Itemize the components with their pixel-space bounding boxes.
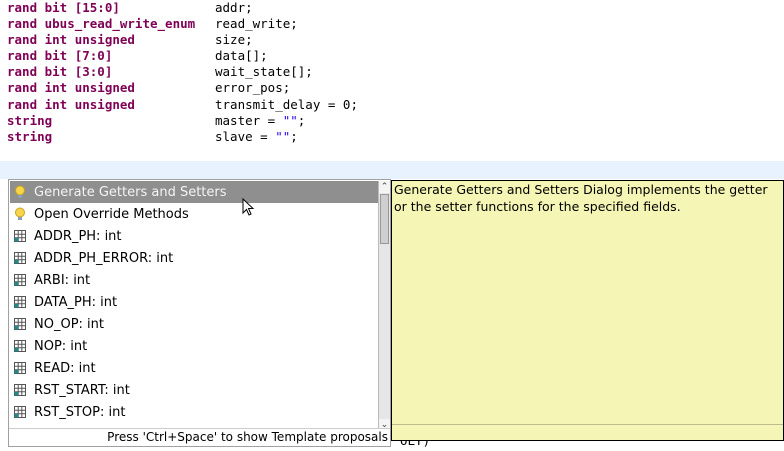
field-icon: [13, 229, 27, 243]
field-icon: [13, 405, 27, 419]
semicolon: ;: [297, 112, 306, 128]
declaration: error_pos;: [215, 80, 290, 96]
current-line-highlight: [0, 161, 784, 179]
identifier: read_write;: [215, 16, 298, 32]
proposal-item[interactable]: READ: int: [10, 357, 380, 379]
scroll-up-icon[interactable]: ⌃: [379, 181, 390, 193]
identifier: slave =: [215, 128, 276, 144]
proposal-item[interactable]: ADDR_PH_ERROR: int: [10, 247, 380, 269]
proposal-item[interactable]: DATA_PH: int: [10, 291, 380, 313]
identifier: master =: [215, 112, 283, 128]
type-keyword: string: [7, 128, 53, 144]
scroll-thumb[interactable]: [380, 194, 389, 244]
identifier: error_pos;: [215, 80, 291, 96]
proposal-info-panel: Generate Getters and Setters Dialog impl…: [391, 180, 784, 441]
declaration: slave = "";: [215, 129, 298, 145]
declaration: wait_state[];: [215, 64, 313, 80]
proposal-item[interactable]: NOP: int: [10, 335, 380, 357]
lightbulb-icon: [13, 207, 27, 221]
field-icon: [13, 295, 27, 309]
proposal-item[interactable]: ARBI: int: [10, 269, 380, 291]
type-keyword: rand bit [7:0]: [7, 48, 113, 64]
type-keyword: string: [7, 112, 53, 128]
type-keyword: rand bit [3:0]: [7, 64, 113, 80]
field-icon: [13, 317, 27, 331]
proposal-label: RST_START: int: [34, 382, 130, 398]
proposal-label: Open Override Methods: [34, 206, 189, 222]
type-keyword: rand ubus_read_write_enum: [7, 16, 196, 32]
proposal-label: ARBI: int: [34, 272, 91, 288]
proposal-label: ADDR_PH_ERROR: int: [34, 250, 174, 266]
identifier: addr;: [215, 0, 253, 15]
proposal-item[interactable]: RST_START: int: [10, 379, 380, 401]
identifier: data[];: [215, 48, 268, 64]
type-keyword: rand int unsigned: [7, 32, 135, 48]
semicolon: ;: [290, 128, 298, 144]
declaration: data[];: [215, 48, 268, 64]
status-hint: Press 'Ctrl+Space' to show Template prop…: [9, 428, 390, 446]
proposal-label: ADDR_PH: int: [34, 228, 122, 244]
proposal-label: READ: int: [34, 360, 96, 376]
type-keyword: rand int unsigned: [7, 80, 135, 96]
field-icon: [13, 251, 27, 265]
string-literal: "": [282, 112, 298, 128]
identifier: transmit_delay = 0;: [215, 96, 358, 112]
string-literal: "": [275, 128, 291, 144]
proposal-item[interactable]: RST_STOP: int: [10, 401, 380, 423]
content-assist-popup: Generate Getters and Setters Open Overrid…: [8, 179, 391, 447]
info-divider: [392, 424, 783, 425]
identifier: wait_state[];: [215, 64, 313, 80]
scrollbar[interactable]: ⌃ ⌄: [378, 181, 390, 431]
mouse-pointer-icon: [242, 198, 255, 216]
field-icon: [13, 273, 27, 287]
proposal-label: NOP: int: [34, 338, 88, 354]
field-icon: [13, 361, 27, 375]
proposal-label: DATA_PH: int: [34, 294, 118, 310]
field-icon: [13, 383, 27, 397]
declaration: size;: [215, 32, 253, 48]
proposal-label: Generate Getters and Setters: [34, 184, 227, 200]
declaration: addr;: [215, 0, 253, 16]
field-icon: [13, 339, 27, 353]
declaration: master = "";: [215, 113, 305, 129]
info-text: Generate Getters and Setters Dialog impl…: [394, 182, 768, 214]
type-keyword: rand bit [15:0]: [7, 0, 120, 15]
lightbulb-icon: [13, 185, 27, 199]
proposal-label: NO_OP: int: [34, 316, 104, 332]
type-keyword: rand int unsigned: [7, 96, 135, 112]
proposal-item[interactable]: Open Override Methods: [10, 203, 380, 225]
proposal-item[interactable]: NO_OP: int: [10, 313, 380, 335]
proposal-label: RST_STOP: int: [34, 404, 126, 420]
declaration: read_write;: [215, 16, 298, 32]
proposal-item[interactable]: Generate Getters and Setters: [10, 181, 380, 203]
proposal-item[interactable]: ADDR_PH: int: [10, 225, 380, 247]
declaration: transmit_delay = 0;: [215, 97, 358, 113]
identifier: size;: [215, 32, 253, 48]
proposal-list[interactable]: Generate Getters and Setters Open Overrid…: [10, 181, 380, 431]
